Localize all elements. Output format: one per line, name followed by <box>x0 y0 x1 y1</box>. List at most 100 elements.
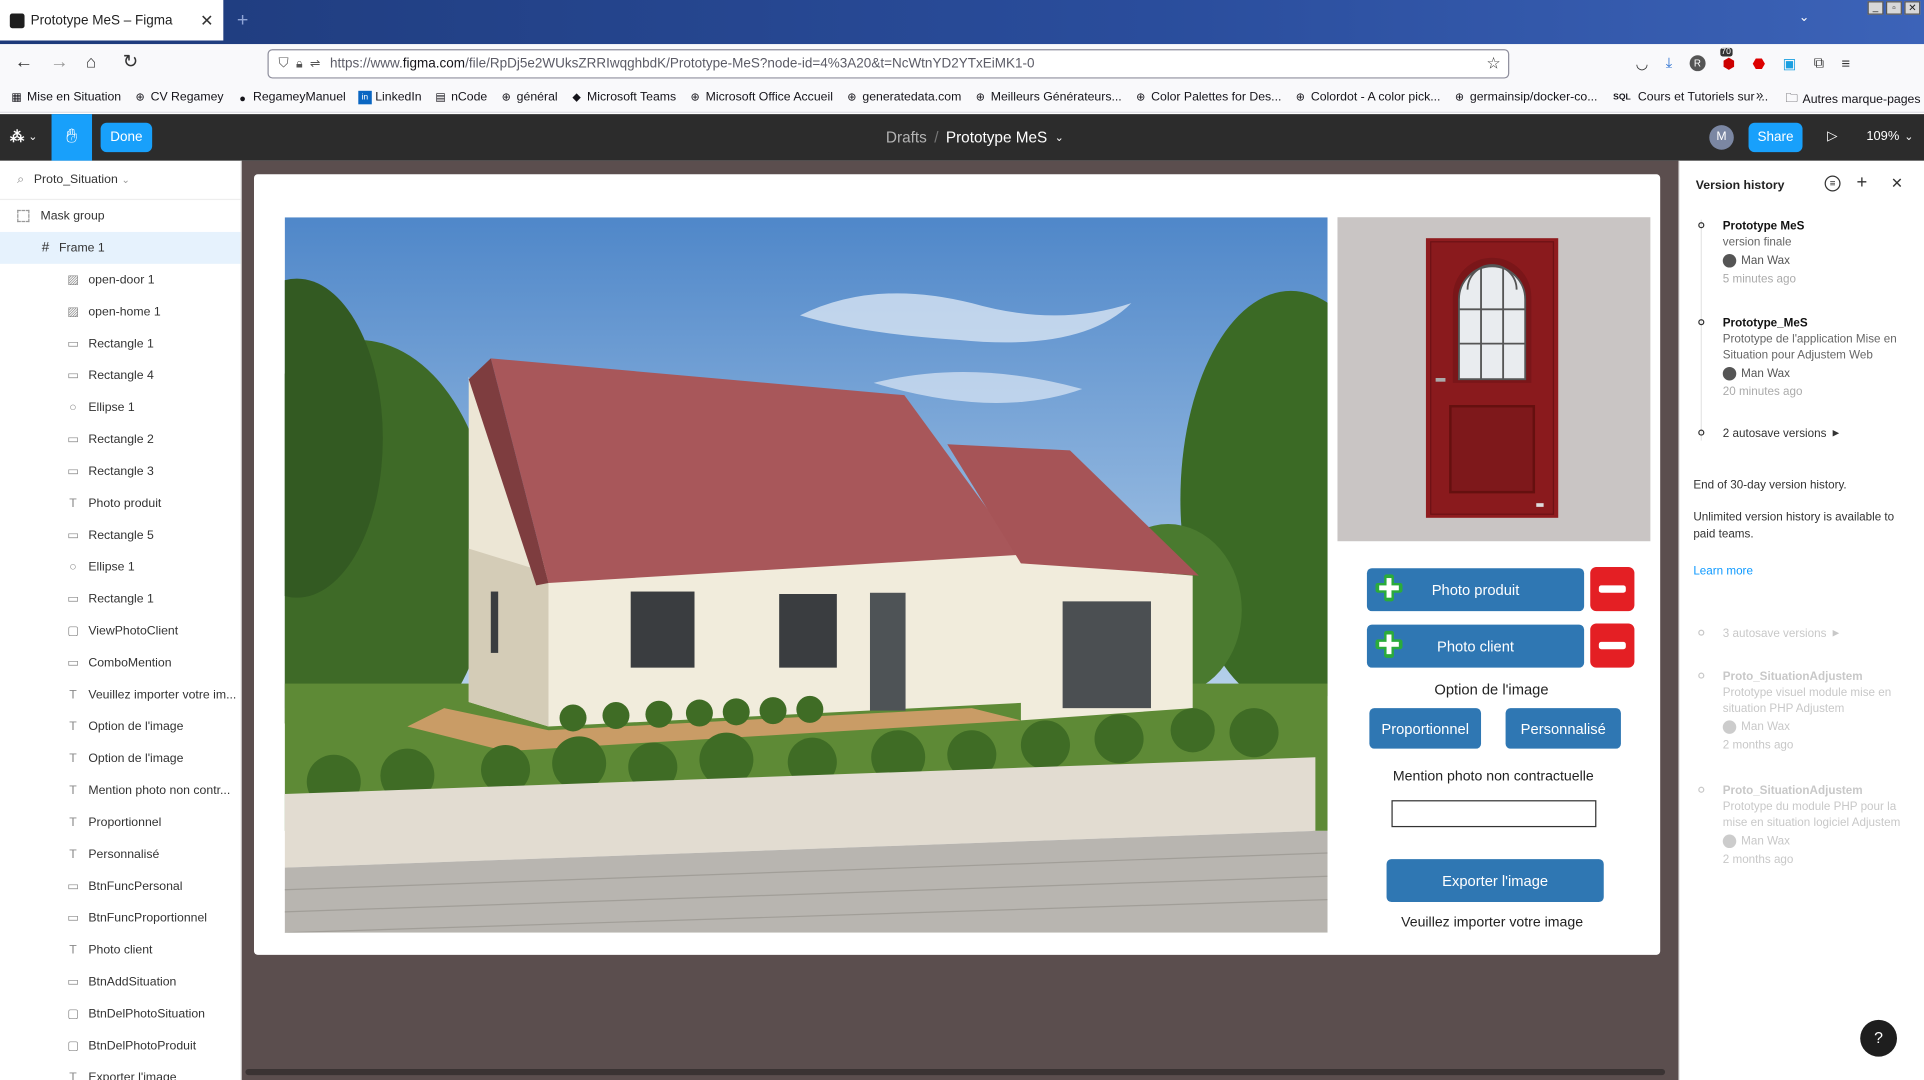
layer-item[interactable]: ▢ BtnDelPhotoProduit <box>0 1030 240 1062</box>
present-play-icon[interactable]: ▷ <box>1827 128 1837 144</box>
help-button[interactable]: ? <box>1860 1019 1898 1057</box>
layer-item[interactable]: T Photo client <box>0 934 240 966</box>
bookmark-item[interactable]: ▦ Mise en Situation <box>10 91 121 105</box>
layer-item[interactable]: ▭ BtnFuncPersonal <box>0 870 240 902</box>
layer-item[interactable]: ○ Ellipse 1 <box>0 392 240 424</box>
figma-menu-button[interactable]: ⁂ ⌄ <box>10 128 38 145</box>
bookmark-item[interactable]: ⊕ germainsip/docker-co... <box>1453 91 1598 105</box>
file-name[interactable]: Prototype MeS <box>946 129 1047 146</box>
old-autosave-toggle[interactable]: 3 autosave versions ▶ <box>1698 626 1907 642</box>
layer-item[interactable]: ▭ BtnFuncProportionnel <box>0 902 240 934</box>
photo-client-button[interactable]: Photo client <box>1366 624 1585 668</box>
bookmark-item[interactable]: ⊕ Meilleurs Générateurs... <box>974 91 1122 105</box>
version-entry[interactable]: Prototype_MeS Prototype de l'application… <box>1698 315 1907 400</box>
bookmark-item[interactable]: ⊕ generatedata.com <box>845 91 961 105</box>
bookmark-item[interactable]: ⊕ Microsoft Office Accueil <box>688 91 833 105</box>
layer-item[interactable]: T Exporter l'image <box>0 1062 240 1080</box>
layer-item[interactable]: ▨ open-door 1 <box>0 264 240 296</box>
extensions-icon[interactable]: ⧉ <box>1814 54 1825 72</box>
bookmark-item[interactable]: ⊕ général <box>500 91 558 105</box>
adblock-icon[interactable]: ⬣ <box>1753 55 1766 72</box>
profile-r-icon[interactable]: R <box>1689 55 1706 72</box>
bookmark-item[interactable]: ● RegameyManuel <box>236 91 346 105</box>
delete-photo-produit-button[interactable] <box>1590 567 1635 612</box>
add-version-icon[interactable]: + <box>1857 172 1868 193</box>
maximize-icon[interactable]: ▫ <box>1885 1 1902 15</box>
horizontal-scrollbar[interactable] <box>245 1068 1666 1076</box>
layer-item[interactable]: T Mention photo non contr... <box>0 774 240 806</box>
page-selector[interactable]: ⌕ Proto_Situation ⌄ <box>0 161 241 201</box>
reload-icon[interactable]: ↻ <box>123 50 138 73</box>
photo-produit-button[interactable]: Photo produit <box>1366 568 1585 612</box>
old-version-entry[interactable]: Proto_SituationAdjustem Prototype visuel… <box>1698 669 1907 754</box>
mention-input[interactable] <box>1391 800 1597 828</box>
new-tab-icon[interactable]: + <box>237 10 248 32</box>
close-window-icon[interactable]: ✕ <box>1904 1 1921 15</box>
bookmark-star-icon[interactable]: ☆ <box>1486 54 1500 74</box>
learn-more-link[interactable]: Learn more <box>1693 565 1753 579</box>
done-button[interactable]: Done <box>100 122 153 153</box>
shield-icon[interactable]: ⛉ <box>279 56 289 72</box>
bookmark-item[interactable]: ▤ nCode <box>434 91 487 105</box>
layer-item[interactable]: T Personnalisé <box>0 838 240 870</box>
layer-item[interactable]: T Proportionnel <box>0 806 240 838</box>
zoom-menu[interactable]: 109% ⌄ <box>1866 129 1913 144</box>
layer-item[interactable]: T Photo produit <box>0 487 240 519</box>
layer-item[interactable]: ▨ open-home 1 <box>0 296 240 328</box>
bookmark-item[interactable]: ⊕ Colordot - A color pick... <box>1294 91 1441 105</box>
layer-item[interactable]: ▭ Rectangle 1 <box>0 583 240 615</box>
export-image-button[interactable]: Exporter l'image <box>1386 859 1604 903</box>
layer-item[interactable]: ▭ Rectangle 2 <box>0 423 240 455</box>
layer-item[interactable]: ▭ Rectangle 5 <box>0 519 240 551</box>
layer-item[interactable]: T Option de l'image <box>0 743 240 775</box>
bookmark-item[interactable]: ◆ Microsoft Teams <box>570 91 676 105</box>
menu-icon[interactable]: ≡ <box>1841 55 1850 72</box>
layer-item[interactable]: T Veuillez importer votre im... <box>0 679 240 711</box>
back-icon[interactable]: ← <box>15 52 33 73</box>
download-icon[interactable]: ⤓ <box>1666 54 1673 72</box>
list-tabs-icon[interactable]: ⌄ <box>1799 11 1809 25</box>
layer-item[interactable]: ○ Ellipse 1 <box>0 551 240 583</box>
more-bookmarks-icon[interactable]: » <box>1756 88 1764 103</box>
chevron-down-icon[interactable]: ⌄ <box>1055 131 1064 145</box>
close-panel-icon[interactable]: ✕ <box>1891 174 1903 191</box>
home-icon[interactable]: ⌂ <box>86 52 96 72</box>
close-tab-icon[interactable]: ✕ <box>200 10 213 30</box>
layer-item[interactable]: ▭ Rectangle 1 <box>0 328 240 360</box>
layer-item[interactable]: ▢ BtnDelPhotoSituation <box>0 998 240 1030</box>
version-entry[interactable]: Prototype MeS version finale Man Wax 5 m… <box>1698 218 1907 287</box>
bookmark-item[interactable]: ⊕ CV Regamey <box>133 91 224 105</box>
layer-mask-group[interactable]: Mask group <box>0 200 240 232</box>
layer-item[interactable]: ▭ Rectangle 3 <box>0 455 240 487</box>
delete-photo-client-button[interactable] <box>1590 623 1635 668</box>
hand-tool-button[interactable]: ✋︎ <box>51 114 93 161</box>
bookmark-item[interactable]: SQL Cours et Tutoriels sur ... <box>1610 91 1768 105</box>
extension-lock-icon[interactable]: ▣ <box>1783 55 1797 72</box>
pocket-icon[interactable]: ◡ <box>1636 55 1649 72</box>
layer-item[interactable]: ▢ ViewPhotoClient <box>0 615 240 647</box>
permissions-icon[interactable]: ⇌ <box>310 57 320 71</box>
user-avatar[interactable]: M <box>1709 125 1734 150</box>
personnalise-button[interactable]: Personnalisé <box>1505 708 1621 749</box>
proportionnel-button[interactable]: Proportionnel <box>1369 708 1482 749</box>
share-button[interactable]: Share <box>1748 122 1803 153</box>
browser-tab[interactable]: Prototype MeS – Figma ✕ <box>0 0 224 41</box>
forward-icon[interactable]: → <box>50 52 68 73</box>
autosave-versions-toggle[interactable]: 2 autosave versions ▶ <box>1698 426 1907 442</box>
lock-icon[interactable]: 🔒︎ <box>296 57 303 71</box>
other-bookmarks[interactable]: 🗀 Autres marque-pages <box>1785 90 1920 111</box>
layer-frame-1[interactable]: # Frame 1 <box>0 231 241 264</box>
minimize-icon[interactable]: _ <box>1867 1 1884 15</box>
layer-item[interactable]: ▭ Rectangle 4 <box>0 360 240 392</box>
bookmark-item[interactable]: ⊕ Color Palettes for Des... <box>1134 91 1281 105</box>
old-version-entry[interactable]: Proto_SituationAdjustem Prototype du mod… <box>1698 783 1907 868</box>
layer-item[interactable]: T Option de l'image <box>0 711 240 743</box>
url-bar[interactable]: ⛉ 🔒︎ ⇌ https://www.figma.com/file/RpDj5e… <box>267 49 1510 79</box>
extension-badge-icon[interactable]: ⬢ 70 <box>1720 47 1735 72</box>
breadcrumb-drafts[interactable]: Drafts <box>886 129 927 146</box>
search-icon[interactable]: ⌕ <box>17 173 24 187</box>
bookmark-item[interactable]: in LinkedIn <box>358 90 422 105</box>
layer-item[interactable]: ▭ ComboMention <box>0 647 240 679</box>
filter-icon[interactable]: ≡ <box>1824 175 1841 192</box>
layer-item[interactable]: ▭ BtnAddSituation <box>0 966 240 998</box>
